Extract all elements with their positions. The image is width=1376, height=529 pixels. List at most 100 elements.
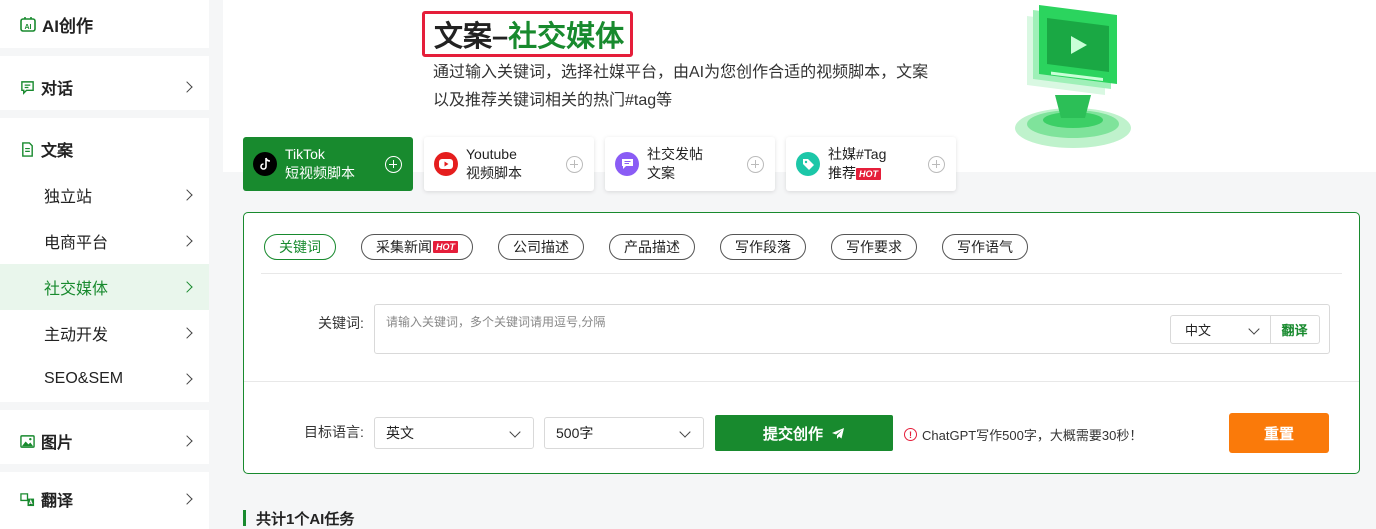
ai-icon: AI xyxy=(20,17,36,32)
sidebar-divider xyxy=(0,110,209,118)
card-text: 社媒#Tag 推荐 HOT xyxy=(828,145,886,183)
tab-keywords[interactable]: 关键词 xyxy=(264,234,336,260)
tab-label: 关键词 xyxy=(279,239,321,255)
chevron-right-icon xyxy=(181,81,193,93)
card-subtitle: 短视频脚本 xyxy=(285,165,355,181)
tab-label: 采集新闻 xyxy=(376,239,432,255)
sidebar-item-outreach[interactable]: 主动开发 xyxy=(0,310,209,356)
chat-bubble-icon xyxy=(615,152,639,176)
sidebar-item-images[interactable]: 图片 xyxy=(0,418,209,464)
chevron-right-icon xyxy=(181,235,193,247)
card-subtitle-label: 推荐 xyxy=(828,165,856,181)
input-type-tabs: 关键词 采集新闻 HOT 公司描述 产品描述 写作段落 写作要求 写作语气 xyxy=(264,234,1028,260)
target-language-label: 目标语言: xyxy=(304,424,364,440)
sidebar-item-chat[interactable]: 对话 xyxy=(0,64,209,110)
reset-button[interactable]: 重置 xyxy=(1229,413,1329,453)
card-title: 社交发帖 xyxy=(647,146,703,162)
tab-collect-news[interactable]: 采集新闻 HOT xyxy=(361,234,473,260)
sidebar-item-label: 主动开发 xyxy=(44,327,109,344)
hot-badge: HOT xyxy=(433,241,458,253)
target-language-value: 英文 xyxy=(386,425,414,441)
translate-button[interactable]: 翻译 xyxy=(1270,315,1320,344)
sidebar-item-ecommerce[interactable]: 电商平台 xyxy=(0,218,209,264)
sidebar-divider xyxy=(0,402,209,410)
sidebar-item-translate[interactable]: 翻译 xyxy=(0,476,209,522)
chevron-right-icon xyxy=(181,373,193,385)
hero-banner: 文案– 社交媒体 通过输入关键词，选择社媒平台，由AI为您创作合适的视频脚本，文… xyxy=(223,0,1376,191)
card-youtube-script[interactable]: Youtube 视频脚本 xyxy=(424,137,594,191)
sidebar: AI AI创作 对话 文案 独立站 电商平台 社交媒体 主动开发 SEO&SEM… xyxy=(0,0,209,529)
keyword-placeholder: 请输入关键词，多个关键词请用逗号,分隔 xyxy=(386,315,606,329)
word-count-value: 500字 xyxy=(556,425,594,441)
card-text: Youtube 视频脚本 xyxy=(466,145,522,183)
sidebar-item-label: 社交媒体 xyxy=(44,281,109,298)
chevron-right-icon xyxy=(181,327,193,339)
youtube-icon xyxy=(434,152,458,176)
card-tag-recommend[interactable]: 社媒#Tag 推荐 HOT xyxy=(786,137,956,191)
sidebar-divider xyxy=(0,48,209,56)
tab-writing-tone[interactable]: 写作语气 xyxy=(942,234,1028,260)
image-icon xyxy=(20,434,35,448)
sidebar-item-label: 翻译 xyxy=(41,493,74,510)
card-tiktok-script[interactable]: TikTok 短视频脚本 xyxy=(243,137,413,191)
tab-company-description[interactable]: 公司描述 xyxy=(498,234,584,260)
sidebar-item-label: SEO&SEM xyxy=(44,370,124,387)
chevron-right-icon xyxy=(181,493,193,505)
tab-write-paragraph[interactable]: 写作段落 xyxy=(720,234,806,260)
tab-label: 写作要求 xyxy=(846,239,902,255)
card-text: 社交发帖 文案 xyxy=(647,145,703,183)
send-icon xyxy=(832,427,844,439)
tab-writing-requirements[interactable]: 写作要求 xyxy=(831,234,917,260)
sidebar-item-social-media[interactable]: 社交媒体 xyxy=(0,264,209,310)
page-description: 通过输入关键词，选择社媒平台，由AI为您创作合适的视频脚本，文案以及推荐关键词相… xyxy=(433,64,929,109)
notice-text: ChatGPT写作500字，大概需要30秒！ xyxy=(922,428,1143,443)
chevron-down-icon xyxy=(679,426,691,438)
task-count-heading: 共计1个AI任务 xyxy=(243,509,354,528)
translate-icon xyxy=(20,492,35,506)
input-language-select[interactable]: 中文 xyxy=(1170,315,1271,344)
video-screen-illustration xyxy=(1015,5,1131,148)
sidebar-item-seo-sem[interactable]: SEO&SEM xyxy=(0,356,209,402)
plus-circle-icon xyxy=(566,156,583,173)
chevron-right-icon xyxy=(181,281,193,293)
sidebar-item-label: 对话 xyxy=(41,81,74,98)
creation-form: 关键词 采集新闻 HOT 公司描述 产品描述 写作段落 写作要求 写作语气 关键词… xyxy=(243,212,1360,474)
sidebar-item-copywriting[interactable]: 文案 xyxy=(0,126,209,172)
chat-icon xyxy=(21,80,34,95)
card-title: Youtube xyxy=(466,146,517,162)
tag-icon xyxy=(796,152,820,176)
page-title-highlight: 社交媒体 xyxy=(508,21,625,53)
tab-product-description[interactable]: 产品描述 xyxy=(609,234,695,260)
sidebar-item-label: 独立站 xyxy=(44,189,93,206)
tab-label: 产品描述 xyxy=(624,239,680,255)
input-language-value: 中文 xyxy=(1185,323,1212,338)
divider xyxy=(244,381,1359,382)
time-notice: ! ChatGPT写作500字，大概需要30秒！ xyxy=(904,425,1142,444)
plus-circle-icon xyxy=(928,156,945,173)
sidebar-item-label: 图片 xyxy=(41,435,74,452)
word-count-select[interactable]: 500字 xyxy=(544,417,704,449)
chevron-down-icon xyxy=(1248,323,1260,335)
target-language-select[interactable]: 英文 xyxy=(374,417,534,449)
hot-badge: HOT xyxy=(856,168,881,181)
card-subtitle: 推荐 HOT xyxy=(828,164,886,183)
card-subtitle: 视频脚本 xyxy=(466,165,522,181)
chevron-right-icon xyxy=(181,189,193,201)
tab-label: 写作段落 xyxy=(735,239,791,255)
tab-label: 公司描述 xyxy=(513,239,569,255)
chevron-down-icon xyxy=(509,426,521,438)
sidebar-header-label: AI创作 xyxy=(42,16,93,36)
svg-text:AI: AI xyxy=(25,24,32,31)
card-text: TikTok 短视频脚本 xyxy=(285,145,355,183)
keyword-input[interactable]: 请输入关键词，多个关键词请用逗号,分隔 中文 翻译 xyxy=(374,304,1330,354)
submit-label: 提交创作 xyxy=(762,425,823,443)
submit-button[interactable]: 提交创作 xyxy=(715,415,893,451)
card-title: 社媒#Tag xyxy=(828,146,887,162)
main-content: 文案– 社交媒体 通过输入关键词，选择社媒平台，由AI为您创作合适的视频脚本，文… xyxy=(223,0,1376,529)
platform-cards: TikTok 短视频脚本 Youtube 视频脚本 社交发帖 文案 社媒#Tag… xyxy=(243,137,956,191)
sidebar-item-label: 文案 xyxy=(41,143,74,160)
tiktok-icon xyxy=(253,152,277,176)
plus-circle-icon xyxy=(747,156,764,173)
card-social-post[interactable]: 社交发帖 文案 xyxy=(605,137,775,191)
sidebar-item-standalone-site[interactable]: 独立站 xyxy=(0,172,209,218)
